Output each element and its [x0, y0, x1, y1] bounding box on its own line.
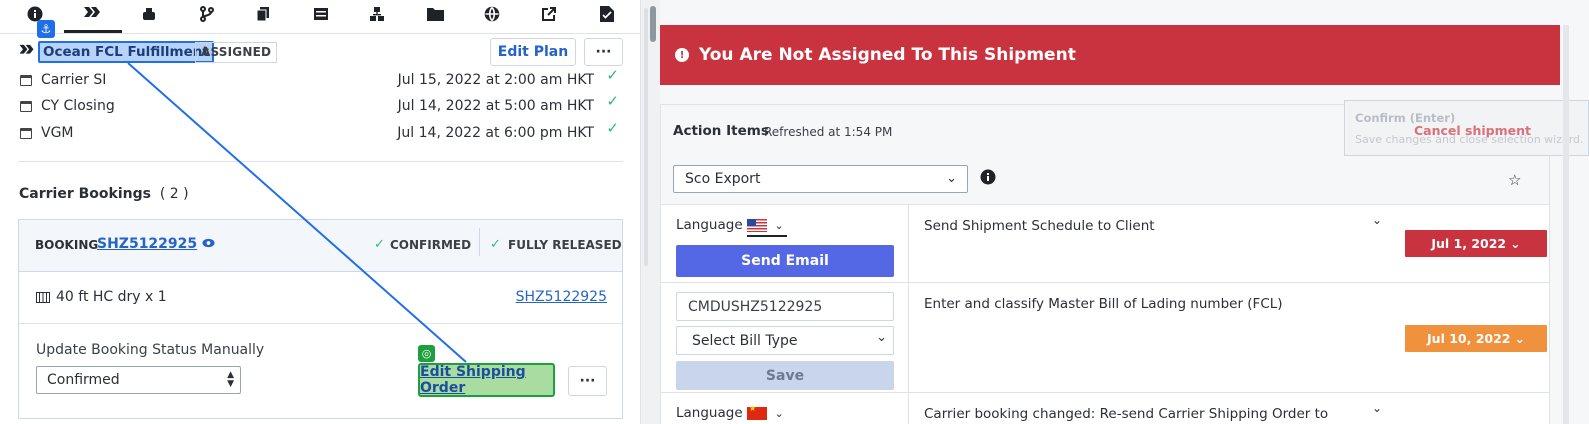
- chevron-down-icon: ⌄: [946, 171, 957, 186]
- left-scrollbar[interactable]: [644, 8, 648, 266]
- edit-shipping-order-button[interactable]: Edit Shipping Order: [418, 363, 555, 397]
- language-label: Language: [676, 405, 743, 421]
- info-icon[interactable]: [980, 169, 996, 189]
- action-item-title[interactable]: Enter and classify Master Bill of Lading…: [924, 296, 1283, 312]
- right-scrollbar[interactable]: [1563, 25, 1569, 424]
- chevron-down-icon: ⌄: [876, 330, 887, 345]
- chevron-down-icon: ⌄: [1510, 236, 1521, 251]
- confirm-tooltip: Confirm (Enter) Save changes and close s…: [1344, 100, 1589, 156]
- due-date-text: Jul 1, 2022: [1431, 236, 1507, 251]
- due-date-badge[interactable]: Jul 1, 2022 ⌄: [1405, 230, 1547, 257]
- bill-number-input[interactable]: CMDUSHZ5122925: [676, 292, 894, 321]
- plan-panel: Ocean FCL Fulfillment ⚓ ASSIGNED Edit Pl…: [0, 0, 640, 424]
- action-items-title: Action Items: [673, 123, 769, 139]
- not-assigned-alert: ! You Are Not Assigned To This Shipment: [660, 25, 1560, 85]
- workflow-select-value: Sco Export: [685, 171, 761, 187]
- due-date-badge[interactable]: Jul 10, 2022 ⌄: [1405, 325, 1547, 352]
- language-label: Language: [676, 217, 743, 233]
- action-item-title[interactable]: Send Shipment Schedule to Client: [924, 218, 1155, 234]
- action-panel: ! You Are Not Assigned To This Shipment …: [660, 0, 1589, 424]
- cn-flag-icon: [747, 404, 767, 420]
- action-item-row: CMDUSHZ5122925 Select Bill Type ⌄ Save E…: [661, 283, 1549, 393]
- panel-splitter[interactable]: [640, 0, 660, 424]
- us-flag-icon: [747, 218, 767, 232]
- due-date-text: Jul 10, 2022: [1427, 331, 1511, 346]
- target-icon: ◎: [418, 345, 435, 362]
- chevron-down-icon[interactable]: ⌄: [1372, 401, 1382, 415]
- annotation-connector: [127, 62, 467, 363]
- workflow-select[interactable]: Sco Export ⌄: [673, 165, 968, 193]
- alert-text: You Are Not Assigned To This Shipment: [699, 45, 1076, 65]
- alert-icon: !: [675, 48, 689, 62]
- language-select[interactable]: ⌄: [747, 404, 787, 421]
- splitter-handle[interactable]: [650, 6, 656, 42]
- star-icon[interactable]: ☆: [1508, 171, 1521, 189]
- bill-type-value: Select Bill Type: [692, 332, 798, 349]
- send-email-button[interactable]: Send Email: [676, 245, 894, 277]
- bill-type-select[interactable]: Select Bill Type ⌄: [676, 326, 894, 355]
- bill-number-value: CMDUSHZ5122925: [688, 298, 823, 315]
- chevron-down-icon: ⌄: [774, 407, 784, 420]
- refreshed-text: Refreshed at 1:54 PM: [764, 125, 893, 139]
- action-item-row: Language ⌄ Send Email Send Shipment Sche…: [661, 205, 1549, 283]
- chevron-down-icon: ⌄: [1514, 331, 1525, 346]
- action-item-row: Language ⌄ Carrier booking changed: Re-s…: [661, 393, 1549, 424]
- cancel-shipment-link[interactable]: Cancel shipment: [1414, 123, 1531, 138]
- action-item-title[interactable]: Carrier booking changed: Re-send Carrier…: [924, 406, 1328, 422]
- language-select[interactable]: ⌄: [747, 217, 787, 237]
- save-button[interactable]: Save: [676, 361, 894, 390]
- chevron-down-icon[interactable]: ⌄: [1372, 213, 1382, 227]
- chevron-down-icon: ⌄: [774, 219, 784, 232]
